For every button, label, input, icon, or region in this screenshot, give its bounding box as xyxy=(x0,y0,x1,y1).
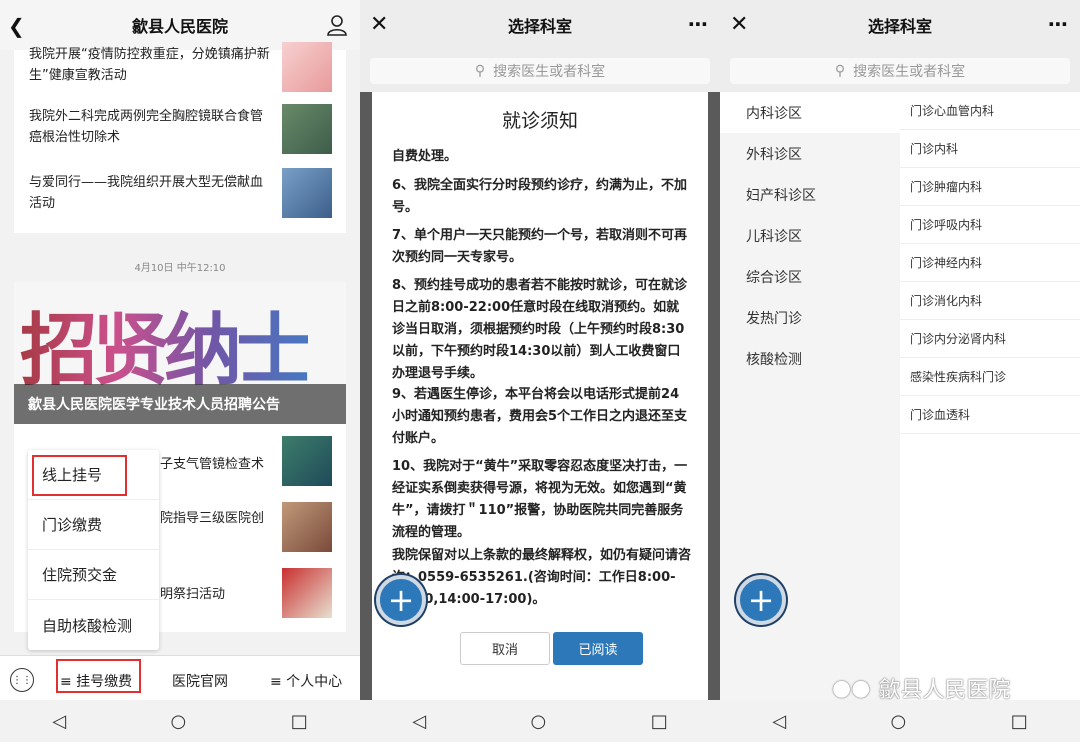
notice-paragraph: 7、单个用户一天只能预约一个号，若取消则不可再次预约同一天专家号。 xyxy=(392,228,688,265)
department-list: 门诊心血管内科 门诊内科 门诊肿瘤内科 门诊呼吸内科 门诊神经内科 门诊消化内科… xyxy=(900,92,1080,704)
highlight-box xyxy=(32,455,127,496)
notice-paragraph: 6、我院全面实行分时段预约诊疗，约满为止，不加号。 xyxy=(392,178,688,215)
zone-item-general[interactable]: 综合诊区 xyxy=(720,256,900,297)
panel-visit-notice: ✕ 选择科室 ⋯ ⚲ 搜索医生或者科室 就诊须知 自费处理。 6、我院全面实行分… xyxy=(360,0,720,742)
panel-department-select: ✕ 选择科室 ⋯ ⚲ 搜索医生或者科室 内科诊区 外科诊区 妇产科诊区 儿科诊区… xyxy=(720,0,1080,742)
tab-personal-center[interactable]: ≡ 个人中心 xyxy=(270,671,342,691)
search-placeholder: 搜索医生或者科室 xyxy=(853,64,966,80)
search-icon: ⚲ xyxy=(834,63,846,79)
page-title: 选择科室 xyxy=(867,17,932,36)
search-input[interactable]: ⚲ 搜索医生或者科室 xyxy=(370,58,710,84)
close-icon[interactable]: ✕ xyxy=(730,12,748,37)
notice-paragraph: 8、预约挂号成功的患者若不能按时就诊，可在就诊日之前8:00-22:00任意时段… xyxy=(392,278,688,381)
plus-fab-icon[interactable]: + xyxy=(736,575,786,625)
zone-item-surgery[interactable]: 外科诊区 xyxy=(720,133,900,174)
zone-item-internal[interactable]: 内科诊区 xyxy=(720,92,900,133)
zone-item-pediatrics[interactable]: 儿科诊区 xyxy=(720,215,900,256)
page-title: 选择科室 xyxy=(507,17,572,36)
notice-paragraph: 自费处理。 xyxy=(392,149,458,164)
nav-home-icon[interactable]: ○ xyxy=(171,711,187,732)
banner-caption: 歙县人民医院医学专业技术人员招聘公告 xyxy=(28,397,280,413)
search-input[interactable]: ⚲ 搜索医生或者科室 xyxy=(730,58,1070,84)
department-item[interactable]: 感染性疾病科门诊 xyxy=(900,358,1080,396)
news-item[interactable]: 明祭扫活动 xyxy=(160,584,280,605)
recruitment-banner[interactable]: 招贤纳士 歙县人民医院医学专业技术人员招聘公告 xyxy=(14,282,346,424)
news-thumbnail xyxy=(282,502,332,552)
notice-paragraph: 我院保留对以上条款的最终解释权，如仍有疑问请咨询：0559-6535261.(咨… xyxy=(392,548,692,607)
confirm-read-button[interactable]: 已阅读 xyxy=(553,632,643,665)
plus-fab-icon[interactable]: + xyxy=(376,575,426,625)
news-thumbnail xyxy=(282,42,332,92)
nav-back-icon[interactable]: ◁ xyxy=(772,711,786,732)
notice-paragraph: 9、若遇医生停诊，本平台将会以电话形式提前24小时通知预约患者，费用会5个工作日… xyxy=(392,387,688,446)
department-item[interactable]: 门诊心血管内科 xyxy=(900,92,1080,130)
android-nav-bar: ◁ ○ □ xyxy=(0,700,360,742)
news-item[interactable]: 子支气管镜检查术 xyxy=(160,454,280,475)
zone-item-nucleic-acid[interactable]: 核酸检测 xyxy=(720,338,900,379)
menu-item-nucleic-acid-test[interactable]: 自助核酸检测 xyxy=(28,600,159,650)
android-nav-bar: ◁ ○ □ xyxy=(360,700,720,742)
wechat-icon: ●● xyxy=(832,675,871,701)
nav-home-icon[interactable]: ○ xyxy=(891,711,907,732)
zone-item-obstetrics[interactable]: 妇产科诊区 xyxy=(720,174,900,215)
nav-recents-icon[interactable]: □ xyxy=(1011,711,1028,732)
dialog-title: 就诊须知 xyxy=(501,110,578,132)
news-item[interactable]: 与爱同行——我院组织开展大型无偿献血活动 xyxy=(29,172,271,214)
department-item[interactable]: 门诊消化内科 xyxy=(900,282,1080,320)
menu-item-label: 门诊缴费 xyxy=(42,516,103,534)
department-item[interactable]: 门诊内分泌肾内科 xyxy=(900,320,1080,358)
news-card: 我院开展“疫情防控救重症，分娩镇痛护新生”健康宣教活动 我院外二科完成两例完全胸… xyxy=(14,42,346,233)
menu-item-label: 住院预交金 xyxy=(42,566,118,584)
nav-back-icon[interactable]: ◁ xyxy=(412,711,426,732)
menu-item-label: 自助核酸检测 xyxy=(42,616,133,635)
message-timestamp: 4月10日 中午12:10 xyxy=(134,263,226,274)
nav-recents-icon[interactable]: □ xyxy=(651,711,668,732)
person-icon[interactable] xyxy=(326,14,348,36)
news-thumbnail xyxy=(282,168,332,218)
news-thumbnail xyxy=(282,436,332,486)
top-bar: ✕ 选择科室 ⋯ xyxy=(720,0,1080,50)
news-item-top[interactable]: 我院开展“疫情防控救重症，分娩镇痛护新生”健康宣教活动 xyxy=(29,44,271,86)
department-item[interactable]: 门诊血透科 xyxy=(900,396,1080,434)
search-placeholder: 搜索医生或者科室 xyxy=(493,64,606,80)
bottom-menu-bar: ⋮⋮ ≡ 挂号缴费 医院官网 ≡ 个人中心 xyxy=(0,655,360,703)
back-icon[interactable]: ❮ xyxy=(8,14,25,38)
more-icon[interactable]: ⋯ xyxy=(1048,12,1068,36)
nav-back-icon[interactable]: ◁ xyxy=(52,711,66,732)
nav-home-icon[interactable]: ○ xyxy=(531,711,547,732)
panel-hospital-home: ❮ 歙县人民医院 我院开展“疫情防控救重症，分娩镇痛护新生”健康宣教活动 我院外… xyxy=(0,0,360,742)
page-title: 歙县人民医院 xyxy=(131,17,228,36)
notice-paragraph: 10、我院对于“黄牛”采取零容忍态度坚决打击，一经证实系倒卖获得号源，将视为无效… xyxy=(392,459,688,540)
nav-recents-icon[interactable]: □ xyxy=(291,711,308,732)
menu-item-outpatient-payment[interactable]: 门诊缴费 xyxy=(28,500,159,550)
news-item[interactable]: 我院外二科完成两例完全胸腔镜联合食管癌根治性切除术 xyxy=(29,106,271,148)
cancel-button[interactable]: 取消 xyxy=(460,632,550,665)
close-icon[interactable]: ✕ xyxy=(370,12,388,37)
highlight-box xyxy=(56,659,141,693)
news-item[interactable]: 院指导三级医院创 xyxy=(160,508,280,529)
top-bar: ✕ 选择科室 ⋯ xyxy=(360,0,720,50)
department-item[interactable]: 门诊神经内科 xyxy=(900,244,1080,282)
news-thumbnail xyxy=(282,568,332,618)
department-item[interactable]: 门诊内科 xyxy=(900,130,1080,168)
more-icon[interactable]: ⋯ xyxy=(688,12,708,36)
news-thumbnail xyxy=(282,104,332,154)
department-item[interactable]: 门诊肿瘤内科 xyxy=(900,168,1080,206)
tab-hospital-website[interactable]: 医院官网 xyxy=(172,671,228,691)
android-nav-bar: ◁ ○ □ xyxy=(720,700,1080,742)
menu-item-inpatient-deposit[interactable]: 住院预交金 xyxy=(28,550,159,600)
keyboard-icon[interactable]: ⋮⋮ xyxy=(10,668,34,692)
search-icon: ⚲ xyxy=(474,63,486,79)
zone-item-fever-clinic[interactable]: 发热门诊 xyxy=(720,297,900,338)
department-item[interactable]: 门诊呼吸内科 xyxy=(900,206,1080,244)
